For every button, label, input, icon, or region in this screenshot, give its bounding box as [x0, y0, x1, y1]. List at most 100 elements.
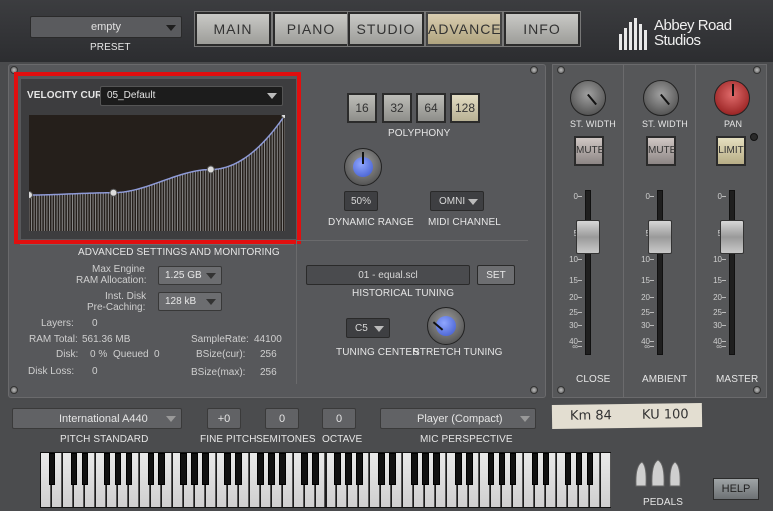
tab-studio[interactable]: STUDIO [347, 11, 425, 47]
black-key[interactable] [356, 453, 363, 485]
black-key[interactable] [345, 453, 352, 485]
fader-scale-tick: ∞ [572, 342, 578, 351]
disk-value: 0 % [90, 349, 108, 360]
black-key[interactable] [301, 453, 308, 485]
velocity-curve-value: 05_Default [107, 90, 156, 101]
samplerate-value: 44100 [254, 334, 282, 345]
black-key[interactable] [70, 453, 78, 485]
velocity-curve-dropdown[interactable]: 05_Default [100, 86, 283, 106]
black-key[interactable] [191, 453, 198, 485]
black-key[interactable] [103, 453, 111, 485]
fader-tick-mark [722, 346, 726, 347]
black-key[interactable] [378, 453, 385, 485]
black-key[interactable] [268, 453, 275, 485]
black-key[interactable] [465, 453, 473, 485]
white-key[interactable] [601, 453, 611, 507]
fader-tick-mark [578, 196, 582, 197]
black-key[interactable] [279, 453, 286, 485]
velocity-curve-handle[interactable] [25, 191, 33, 200]
black-key[interactable] [147, 453, 155, 485]
close-mute-button[interactable]: MUTE [574, 136, 604, 166]
set-button[interactable]: SET [477, 265, 515, 285]
black-key[interactable] [509, 453, 517, 485]
black-key[interactable] [202, 453, 209, 485]
velocity-curve-svg[interactable] [25, 111, 289, 231]
precache-value: 128 kB [165, 296, 197, 307]
fine-pitch-field[interactable]: +0 [207, 408, 241, 429]
fader-handle[interactable] [576, 220, 600, 254]
velocity-curve-handle[interactable] [109, 188, 118, 197]
fader-handle[interactable] [648, 220, 672, 254]
black-key[interactable] [389, 453, 396, 485]
fader-track [585, 190, 591, 355]
black-key[interactable] [224, 453, 231, 485]
black-key[interactable] [487, 453, 495, 485]
piano-keyboard[interactable] [40, 452, 611, 508]
midi-channel-dropdown[interactable]: OMNI [430, 191, 484, 211]
ambient-width-knob[interactable] [643, 80, 679, 116]
black-key[interactable] [81, 453, 89, 485]
close-width-knob[interactable] [570, 80, 606, 116]
limit-button[interactable]: LIMIT [716, 136, 746, 166]
tab-piano[interactable]: PIANO [272, 11, 350, 47]
max-engine-dropdown[interactable]: 1.25 GB [158, 266, 222, 285]
black-key[interactable] [564, 453, 572, 485]
chevron-down-icon [468, 199, 478, 205]
ambient-mute-button[interactable]: MUTE [646, 136, 676, 166]
black-key[interactable] [422, 453, 429, 485]
tuning-center-dropdown[interactable]: C5 [346, 318, 390, 338]
fader-tick-mark [650, 325, 654, 326]
ram-total-label: RAM Total: [29, 334, 78, 345]
velocity-curve-handle[interactable] [206, 165, 215, 174]
pitch-standard-dropdown[interactable]: International A440 [12, 408, 182, 429]
black-key[interactable] [498, 453, 506, 485]
fader-scale-tick: 0 [573, 192, 578, 201]
midi-channel-value: OMNI [439, 196, 466, 207]
black-key[interactable] [312, 453, 319, 485]
polyphony-16-button[interactable]: 16 [347, 93, 377, 123]
tuning-file-field[interactable]: 01 - equal.scl [306, 265, 470, 285]
velocity-curve-handle[interactable] [281, 111, 289, 119]
samplerate-label: SampleRate: [191, 334, 249, 345]
mic-perspective-dropdown[interactable]: Player (Compact) [380, 408, 536, 429]
black-key[interactable] [575, 453, 583, 485]
black-key[interactable] [235, 453, 242, 485]
tab-info[interactable]: INFO [503, 11, 581, 47]
black-key[interactable] [531, 453, 539, 485]
black-key[interactable] [48, 453, 56, 485]
pedals-icon[interactable] [632, 458, 684, 488]
precache-dropdown[interactable]: 128 kB [158, 292, 222, 311]
preset-value: empty [91, 21, 121, 33]
tab-advanced[interactable]: ADVANCED [425, 11, 512, 47]
black-key[interactable] [542, 453, 550, 485]
tab-main[interactable]: MAIN [194, 11, 272, 47]
divider [296, 240, 528, 241]
black-key[interactable] [257, 453, 264, 485]
black-key[interactable] [125, 453, 133, 485]
chevron-down-icon [166, 416, 176, 422]
black-key[interactable] [334, 453, 341, 485]
preset-dropdown[interactable]: empty [30, 16, 182, 38]
black-key[interactable] [586, 453, 594, 485]
black-key[interactable] [454, 453, 462, 485]
polyphony-128-button[interactable]: 128 [450, 93, 480, 123]
polyphony-64-button[interactable]: 64 [416, 93, 446, 123]
help-button[interactable]: HELP [713, 478, 759, 500]
tuning-center-value: C5 [355, 323, 368, 334]
black-key[interactable] [411, 453, 418, 485]
black-key[interactable] [158, 453, 166, 485]
pan-knob[interactable] [714, 80, 750, 116]
octave-field[interactable]: 0 [322, 408, 356, 429]
black-key[interactable] [433, 453, 440, 485]
polyphony-32-button[interactable]: 32 [382, 93, 412, 123]
fader-handle[interactable] [720, 220, 744, 254]
black-key[interactable] [180, 453, 188, 485]
semitones-field[interactable]: 0 [265, 408, 299, 429]
fader-scale-tick: 15 [569, 276, 578, 285]
black-key[interactable] [114, 453, 122, 485]
velocity-curve-graph[interactable] [25, 111, 289, 231]
dynamic-range-knob[interactable] [344, 148, 382, 186]
fader-tick-mark [650, 297, 654, 298]
stretch-tuning-knob[interactable] [427, 307, 465, 345]
fader-tick-mark [722, 341, 726, 342]
